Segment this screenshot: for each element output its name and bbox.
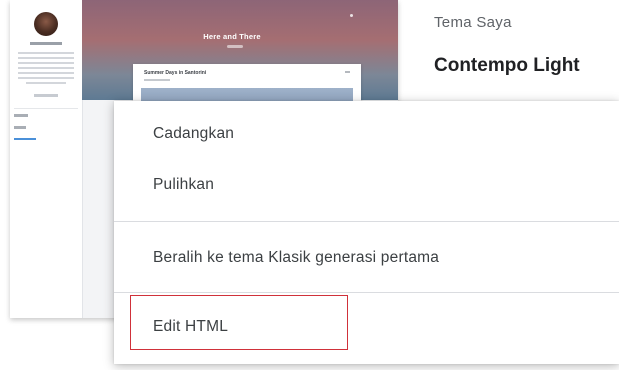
preview-bio-line bbox=[18, 67, 74, 69]
preview-nav-link bbox=[14, 138, 36, 140]
preview-nav-divider bbox=[14, 108, 78, 109]
preview-bio-line bbox=[18, 77, 74, 79]
menu-item-label: Cadangkan bbox=[153, 125, 235, 142]
preview-avatar bbox=[34, 12, 58, 36]
preview-nav-item bbox=[14, 126, 26, 129]
preview-blog-title: Here and There bbox=[203, 32, 261, 41]
theme-name: Contempo Light bbox=[434, 55, 580, 76]
edit-html-highlight-box bbox=[130, 295, 348, 350]
preview-post-meta bbox=[144, 79, 170, 81]
preview-nav-item bbox=[14, 114, 28, 117]
preview-sidebar bbox=[10, 0, 83, 318]
menu-divider bbox=[114, 221, 619, 222]
preview-bio-line bbox=[18, 72, 74, 74]
menu-item-backup[interactable]: Cadangkan bbox=[114, 113, 619, 157]
menu-divider bbox=[114, 292, 619, 293]
menu-item-switch-classic-theme[interactable]: Beralih ke tema Klasik generasi pertama bbox=[114, 237, 619, 281]
preview-bio-line bbox=[18, 52, 74, 54]
menu-item-label: Beralih ke tema Klasik generasi pertama bbox=[153, 249, 440, 266]
menu-item-restore[interactable]: Pulihkan bbox=[114, 164, 619, 208]
preview-hero-dot bbox=[350, 14, 353, 17]
preview-hero-pill bbox=[227, 45, 243, 48]
menu-item-label: Pulihkan bbox=[153, 176, 215, 193]
preview-post-title: Summer Days in Santorini bbox=[144, 70, 207, 76]
preview-profile-name bbox=[30, 42, 62, 45]
preview-bio-line bbox=[26, 82, 66, 84]
preview-bio-line bbox=[18, 62, 74, 64]
preview-profile-button bbox=[34, 94, 58, 97]
my-theme-label: Tema Saya bbox=[434, 14, 512, 31]
preview-share-icon bbox=[345, 71, 350, 73]
preview-bio-line bbox=[18, 57, 74, 59]
